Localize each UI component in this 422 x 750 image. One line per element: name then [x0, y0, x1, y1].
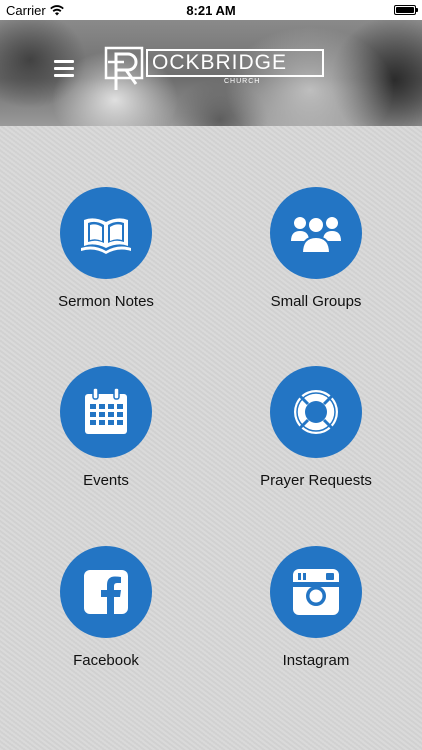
lifebuoy-icon [294, 390, 338, 434]
battery-fill [396, 7, 414, 13]
battery-icon [394, 5, 418, 15]
menu-line [54, 74, 74, 77]
logo-mark-icon [104, 46, 144, 90]
tile-label: Instagram [282, 652, 350, 669]
header-banner: OCKBRIDGE CHURCH [0, 20, 422, 126]
status-time: 8:21 AM [186, 3, 236, 18]
tile-prayer-requests[interactable]: Prayer Requests [216, 366, 416, 489]
church-logo: OCKBRIDGE CHURCH [104, 44, 326, 92]
menu-grid: Sermon Notes Small Groups Events Prayer … [0, 126, 422, 750]
prayer-requests-circle [270, 366, 362, 458]
tile-sermon-notes[interactable]: Sermon Notes [6, 187, 206, 310]
small-groups-circle [270, 187, 362, 279]
tile-small-groups[interactable]: Small Groups [216, 187, 416, 310]
instagram-circle [270, 546, 362, 638]
tile-label: Small Groups [270, 293, 362, 310]
events-circle [60, 366, 152, 458]
logo-subtext: CHURCH [224, 78, 261, 85]
menu-line [54, 60, 74, 63]
sermon-notes-circle [60, 187, 152, 279]
tile-label: Sermon Notes [58, 293, 154, 310]
facebook-icon [84, 570, 128, 614]
tile-label: Facebook [73, 652, 139, 669]
group-people-icon [291, 216, 341, 254]
open-book-icon [81, 218, 131, 254]
tile-facebook[interactable]: Facebook [6, 546, 206, 669]
calendar-icon [85, 387, 127, 434]
tile-label: Prayer Requests [260, 472, 372, 489]
status-bar: Carrier 8:21 AM [0, 0, 422, 20]
tile-label: Events [83, 472, 129, 489]
logo-wordmark: OCKBRIDGE [146, 49, 324, 77]
tile-instagram[interactable]: Instagram [216, 546, 416, 669]
facebook-circle [60, 546, 152, 638]
instagram-icon [293, 569, 339, 615]
hamburger-menu-button[interactable] [54, 60, 74, 80]
tile-events[interactable]: Events [6, 366, 206, 489]
menu-line [54, 67, 74, 70]
